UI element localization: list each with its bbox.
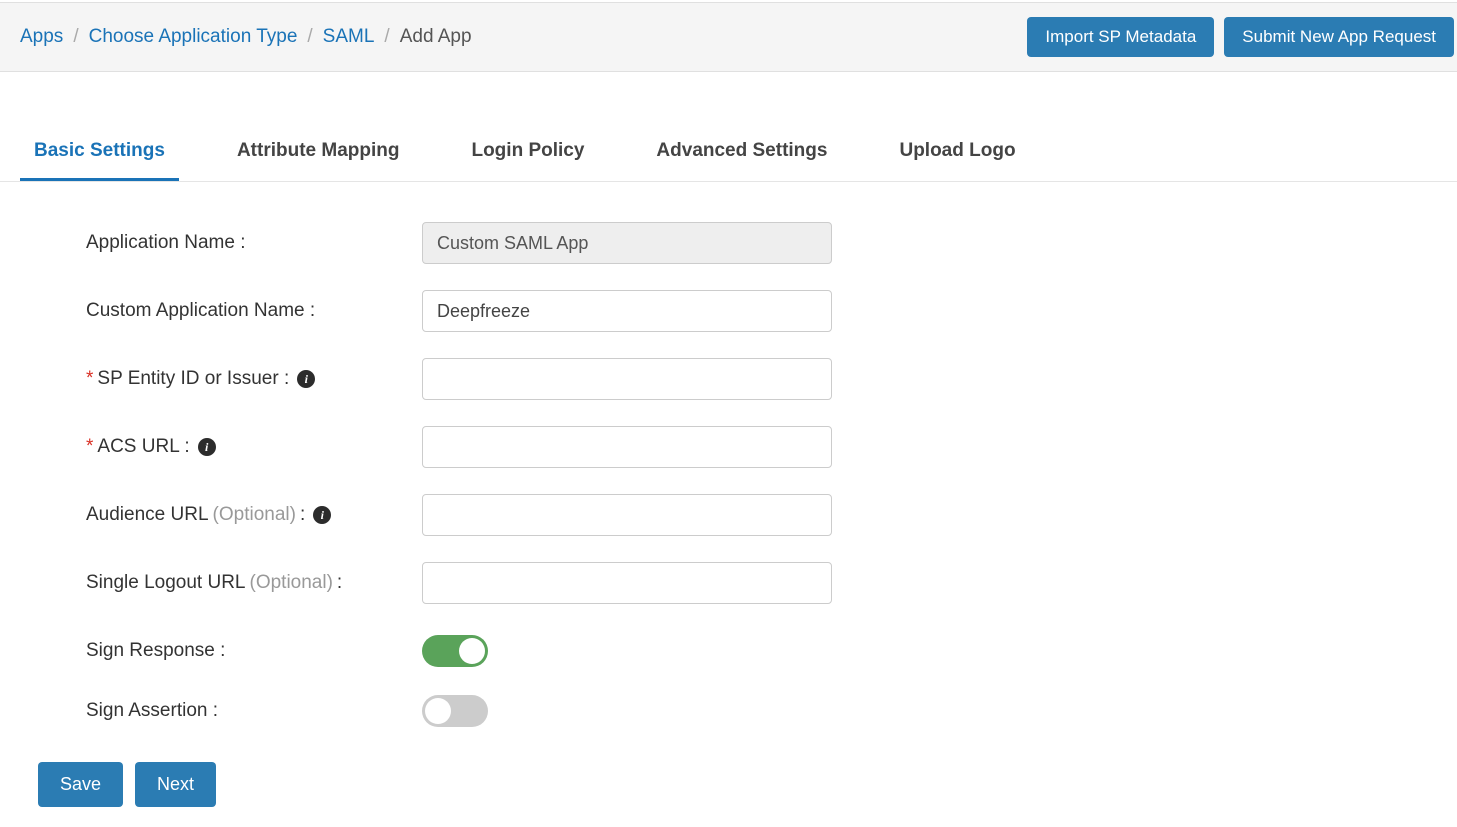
breadcrumb-sep: /	[307, 26, 312, 48]
tab-login-policy[interactable]: Login Policy	[457, 130, 598, 181]
breadcrumb-apps[interactable]: Apps	[20, 26, 63, 48]
breadcrumb-choose-type[interactable]: Choose Application Type	[89, 26, 298, 48]
required-asterisk: *	[86, 368, 93, 390]
row-single-logout-url: Single Logout URL (Optional) :	[86, 562, 1437, 604]
top-buttons: Import SP Metadata Submit New App Reques…	[1027, 17, 1457, 57]
info-icon[interactable]: i	[297, 370, 315, 388]
acs-url-input[interactable]	[422, 426, 832, 468]
label-single-logout-url: Single Logout URL (Optional) :	[86, 572, 422, 594]
row-audience-url: Audience URL (Optional) : i	[86, 494, 1437, 536]
label-sign-assertion: Sign Assertion :	[86, 700, 422, 722]
row-custom-application-name: Custom Application Name :	[86, 290, 1437, 332]
breadcrumb-sep: /	[73, 26, 78, 48]
tab-advanced-settings[interactable]: Advanced Settings	[642, 130, 841, 181]
label-sign-response: Sign Response :	[86, 640, 422, 662]
required-asterisk: *	[86, 436, 93, 458]
save-button[interactable]: Save	[38, 762, 123, 807]
single-logout-url-input[interactable]	[422, 562, 832, 604]
next-button[interactable]: Next	[135, 762, 216, 807]
bottom-buttons: Save Next	[38, 762, 1457, 807]
submit-new-app-request-button[interactable]: Submit New App Request	[1224, 17, 1454, 57]
sp-entity-id-input[interactable]	[422, 358, 832, 400]
label-custom-application-name: Custom Application Name :	[86, 300, 422, 322]
breadcrumb-current: Add App	[400, 26, 472, 48]
tab-basic-settings[interactable]: Basic Settings	[20, 130, 179, 181]
row-acs-url: *ACS URL : i	[86, 426, 1437, 468]
top-bar: Apps / Choose Application Type / SAML / …	[0, 2, 1457, 72]
audience-url-input[interactable]	[422, 494, 832, 536]
tab-upload-logo[interactable]: Upload Logo	[885, 130, 1029, 181]
breadcrumb: Apps / Choose Application Type / SAML / …	[20, 26, 472, 48]
row-sp-entity-id: *SP Entity ID or Issuer : i	[86, 358, 1437, 400]
row-sign-response: Sign Response :	[86, 630, 1437, 672]
row-application-name: Application Name :	[86, 222, 1437, 264]
breadcrumb-saml[interactable]: SAML	[323, 26, 375, 48]
label-acs-url: *ACS URL : i	[86, 436, 422, 458]
row-sign-assertion: Sign Assertion :	[86, 690, 1437, 732]
label-audience-url: Audience URL (Optional) : i	[86, 504, 422, 526]
tab-attribute-mapping[interactable]: Attribute Mapping	[223, 130, 414, 181]
custom-application-name-input[interactable]	[422, 290, 832, 332]
breadcrumb-sep: /	[384, 26, 389, 48]
sign-assertion-toggle[interactable]	[422, 695, 488, 727]
info-icon[interactable]: i	[198, 438, 216, 456]
info-icon[interactable]: i	[313, 506, 331, 524]
form-area: Application Name : Custom Application Na…	[0, 182, 1457, 732]
tabs: Basic Settings Attribute Mapping Login P…	[0, 130, 1457, 182]
label-sp-entity-id: *SP Entity ID or Issuer : i	[86, 368, 422, 390]
label-application-name: Application Name :	[86, 232, 422, 254]
sign-response-toggle[interactable]	[422, 635, 488, 667]
import-sp-metadata-button[interactable]: Import SP Metadata	[1027, 17, 1214, 57]
application-name-input	[422, 222, 832, 264]
